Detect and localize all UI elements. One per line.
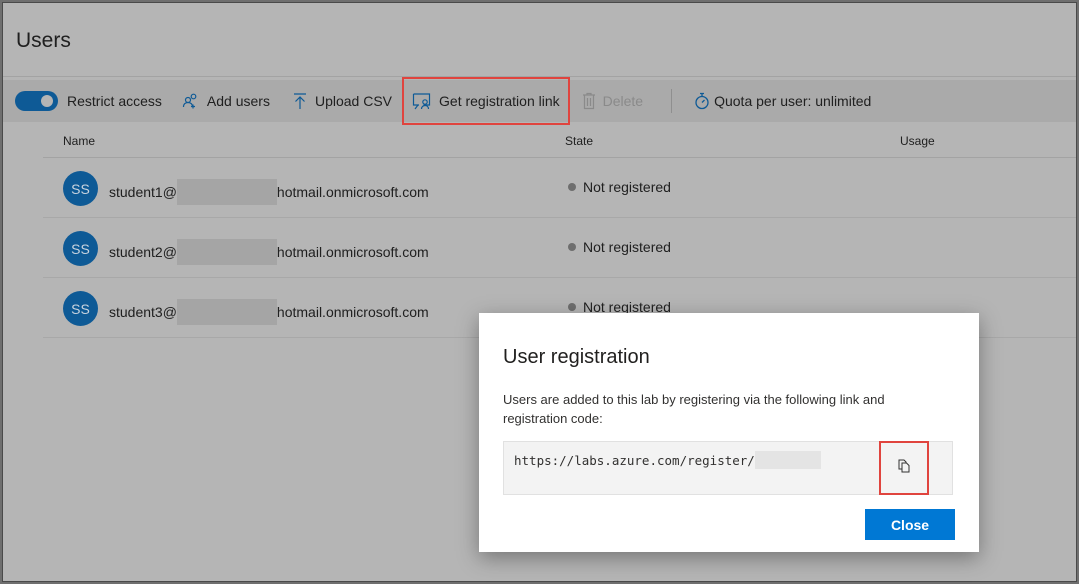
column-usage[interactable]: Usage — [900, 134, 935, 148]
status-dot-icon — [568, 183, 576, 191]
toolbar: Restrict access Add users Upload CSV Get… — [3, 77, 1076, 125]
delete-button[interactable]: Delete — [582, 80, 643, 122]
email-prefix: student1@ — [109, 184, 177, 200]
avatar: SS — [63, 171, 98, 206]
divider — [3, 76, 1076, 77]
upload-csv-button[interactable]: Upload CSV — [292, 80, 392, 122]
copy-icon — [898, 459, 910, 478]
column-state[interactable]: State — [565, 134, 593, 148]
state-cell: Not registered — [568, 179, 671, 195]
delete-label: Delete — [602, 93, 644, 109]
dialog-title: User registration — [503, 346, 650, 368]
upload-csv-label: Upload CSV — [314, 93, 393, 109]
trash-icon — [582, 92, 596, 110]
get-registration-link-label: Get registration link — [439, 93, 560, 109]
toolbar-divider — [671, 89, 673, 113]
status-dot-icon — [568, 243, 576, 251]
dialog-description: Users are added to this lab by registeri… — [503, 392, 885, 426]
registration-link-field[interactable]: https://labs.azure.com/register/ — [503, 441, 953, 495]
user-registration-dialog: User registration Users are added to thi… — [479, 313, 979, 552]
copy-button[interactable] — [879, 441, 929, 495]
restrict-access-toggle[interactable]: Restrict access — [3, 80, 162, 122]
email-suffix: hotmail.onmicrosoft.com — [276, 184, 429, 200]
avatar: SS — [63, 291, 98, 326]
page-title: Users — [16, 29, 71, 52]
registration-link-icon — [412, 92, 432, 110]
email-suffix: hotmail.onmicrosoft.com — [276, 304, 429, 320]
user-email: student2@ hotmail.onmicrosoft.com — [109, 239, 429, 265]
table-header: Name State Usage — [43, 125, 1076, 158]
registration-link-text[interactable]: https://labs.azure.com/register/ — [514, 451, 821, 469]
add-users-button[interactable]: Add users — [182, 80, 270, 122]
toggle-switch[interactable] — [15, 91, 58, 111]
stopwatch-icon — [694, 92, 710, 110]
redacted-text — [176, 179, 277, 205]
state-label: Not registered — [583, 239, 671, 255]
user-email: student1@ hotmail.onmicrosoft.com — [109, 179, 429, 205]
add-users-label: Add users — [206, 93, 270, 109]
registration-link-url: https://labs.azure.com/register/ — [514, 452, 755, 468]
table-row[interactable]: SS student1@ hotmail.onmicrosoft.com Not… — [43, 158, 1076, 218]
redacted-text — [176, 299, 277, 325]
state-cell: Not registered — [568, 239, 671, 255]
user-email: student3@ hotmail.onmicrosoft.com — [109, 299, 429, 325]
state-label: Not registered — [583, 179, 671, 195]
status-dot-icon — [568, 303, 576, 311]
get-registration-link-button[interactable]: Get registration link — [402, 77, 570, 125]
redacted-code — [754, 451, 821, 469]
table-row[interactable]: SS student2@ hotmail.onmicrosoft.com Not… — [43, 218, 1076, 278]
restrict-access-label: Restrict access — [67, 93, 162, 109]
redacted-text — [176, 239, 277, 265]
email-prefix: student3@ — [109, 304, 177, 320]
quota-button[interactable]: Quota per user: unlimited — [694, 80, 871, 122]
column-name[interactable]: Name — [63, 134, 95, 148]
email-prefix: student2@ — [109, 244, 177, 260]
quota-label: Quota per user: unlimited — [714, 93, 872, 109]
upload-icon — [292, 92, 308, 110]
email-suffix: hotmail.onmicrosoft.com — [276, 244, 429, 260]
close-button[interactable]: Close — [865, 509, 955, 540]
add-users-icon — [182, 92, 200, 110]
avatar: SS — [63, 231, 98, 266]
